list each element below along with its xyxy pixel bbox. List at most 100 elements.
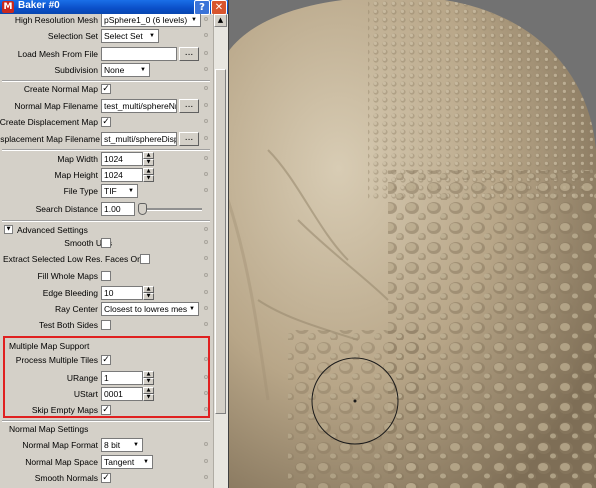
ustart-row: UStart 0001 ▲ ▼ [0,386,212,402]
keyframe-dot-icon[interactable] [204,322,208,326]
keyframe-dot-icon[interactable] [204,33,208,37]
map-height-stepper[interactable]: ▲ ▼ [143,168,154,182]
sculpt-viewport[interactable] [228,0,596,488]
selection-set-value: Select Set [104,31,143,41]
scroll-up-arrow-icon[interactable]: ▲ [214,14,227,27]
map-height-row: Map Height 1024 ▲ ▼ [0,167,212,183]
keyframe-dot-icon[interactable] [204,17,208,21]
normal-map-filename-input[interactable]: test_multi/sphereNr [101,99,177,113]
ustart-input[interactable]: 0001 [101,387,143,401]
arrow-down-icon[interactable]: ▼ [143,159,154,166]
settings-panel: High Resolution Mesh pSphere1_0 (6 level… [0,14,212,488]
keyframe-dot-icon[interactable] [204,67,208,71]
create-normal-map-checkbox[interactable]: ✓ [101,84,111,94]
ray-center-dropdown[interactable]: Closest to lowres mesh ▼ [101,302,199,316]
load-mesh-input[interactable] [101,47,177,61]
keyframe-dot-icon[interactable] [204,119,208,123]
search-distance-input[interactable]: 1.00 [101,202,135,216]
normal-map-format-dropdown[interactable]: 8 bit ▼ [101,438,143,452]
keyframe-dot-icon[interactable] [204,103,208,107]
close-button[interactable]: ✕ [211,0,227,15]
urange-input[interactable]: 1 [101,371,143,385]
search-distance-slider-handle[interactable] [138,203,147,215]
keyframe-dot-icon[interactable] [204,475,208,479]
normal-map-settings-header: Normal Map Settings [0,421,212,437]
keyframe-dot-icon[interactable] [204,357,208,361]
create-displacement-map-label: Create Displacement Map [0,117,98,127]
normal-map-settings-title: Normal Map Settings [9,424,89,434]
edge-bleeding-input[interactable]: 10 [101,286,143,300]
fill-whole-maps-checkbox[interactable] [101,271,111,281]
keyframe-dot-icon[interactable] [204,256,208,260]
map-height-input[interactable]: 1024 [101,168,143,182]
map-width-label: Map Width [57,154,98,164]
displacement-map-filename-input[interactable]: st_multi/sphereDisp [101,132,177,146]
displacement-map-filename-row: Displacement Map Filename st_multi/spher… [0,131,212,147]
arrow-down-icon[interactable]: ▼ [143,175,154,182]
skip-empty-maps-label: Skip Empty Maps [31,405,98,415]
arrow-up-icon[interactable]: ▲ [143,152,154,159]
keyframe-dot-icon[interactable] [204,273,208,277]
arrow-down-icon[interactable]: ▼ [143,293,154,300]
create-displacement-map-checkbox[interactable]: ✓ [101,117,111,127]
arrow-up-icon[interactable]: ▲ [143,286,154,293]
keyframe-dot-icon[interactable] [204,51,208,55]
map-width-input[interactable]: 1024 [101,152,143,166]
keyframe-dot-icon[interactable] [204,172,208,176]
extract-selected-checkbox[interactable] [140,254,150,264]
map-height-label: Map Height [54,170,98,180]
skip-empty-maps-row: Skip Empty Maps ✓ [0,402,212,418]
keyframe-dot-icon[interactable] [204,240,208,244]
browse-mesh-button[interactable]: ... [179,47,199,61]
process-multiple-tiles-checkbox[interactable]: ✓ [101,355,111,365]
arrow-up-icon[interactable]: ▲ [143,371,154,378]
normal-map-space-dropdown[interactable]: Tangent ▼ [101,455,153,469]
keyframe-dot-icon[interactable] [204,290,208,294]
ustart-stepper[interactable]: ▲ ▼ [143,387,154,401]
urange-label: URange [66,373,98,383]
edge-bleeding-stepper[interactable]: ▲ ▼ [143,286,154,300]
test-both-sides-checkbox[interactable] [101,320,111,330]
subdivision-dropdown[interactable]: None ▼ [101,63,150,77]
ray-center-label: Ray Center [55,304,98,314]
keyframe-dot-icon[interactable] [204,375,208,379]
extract-selected-row: Extract Selected Low Res. Faces Only [0,251,212,267]
map-width-stepper[interactable]: ▲ ▼ [143,152,154,166]
subdivision-row: Subdivision None ▼ [0,62,212,78]
urange-stepper[interactable]: ▲ ▼ [143,371,154,385]
edge-bleeding-row: Edge Bleeding 10 ▲ ▼ [0,285,212,301]
fill-whole-maps-row: Fill Whole Maps [0,268,212,284]
app-icon: M [2,1,14,13]
file-type-dropdown[interactable]: TIF ▼ [101,184,138,198]
skip-empty-maps-checkbox[interactable]: ✓ [101,405,111,415]
high-res-mesh-dropdown[interactable]: pSphere1_0 (6 levels) ▼ [101,14,201,27]
search-distance-row: Search Distance 1.00 [0,201,212,217]
keyframe-dot-icon[interactable] [204,459,208,463]
keyframe-dot-icon[interactable] [204,156,208,160]
keyframe-dot-icon[interactable] [204,136,208,140]
browse-normal-map-button[interactable]: ... [179,99,199,113]
smooth-uvs-checkbox[interactable] [101,238,111,248]
arrow-down-icon[interactable]: ▼ [143,378,154,385]
keyframe-dot-icon[interactable] [204,306,208,310]
arrow-up-icon[interactable]: ▲ [143,168,154,175]
chevron-down-icon: ▼ [149,33,155,39]
keyframe-dot-icon[interactable] [204,391,208,395]
search-distance-slider-track[interactable] [138,208,202,211]
file-type-row: File Type TIF ▼ [0,183,212,199]
selection-set-dropdown[interactable]: Select Set ▼ [101,29,159,43]
smooth-normals-checkbox[interactable]: ✓ [101,473,111,483]
arrow-up-icon[interactable]: ▲ [143,387,154,394]
vertical-scrollbar[interactable]: ▲ [213,14,228,488]
keyframe-dot-icon[interactable] [204,86,208,90]
browse-displacement-map-button[interactable]: ... [179,132,199,146]
scrollbar-thumb[interactable] [215,69,226,414]
keyframe-dot-icon[interactable] [204,188,208,192]
help-button[interactable]: ? [194,0,210,15]
keyframe-dot-icon[interactable] [204,442,208,446]
keyframe-dot-icon[interactable] [204,407,208,411]
keyframe-dot-icon[interactable] [204,227,208,231]
title-bar[interactable]: M Baker #0 ? ✕ [0,0,228,15]
collapse-arrow-icon[interactable]: ▼ [4,225,13,234]
arrow-down-icon[interactable]: ▼ [143,394,154,401]
